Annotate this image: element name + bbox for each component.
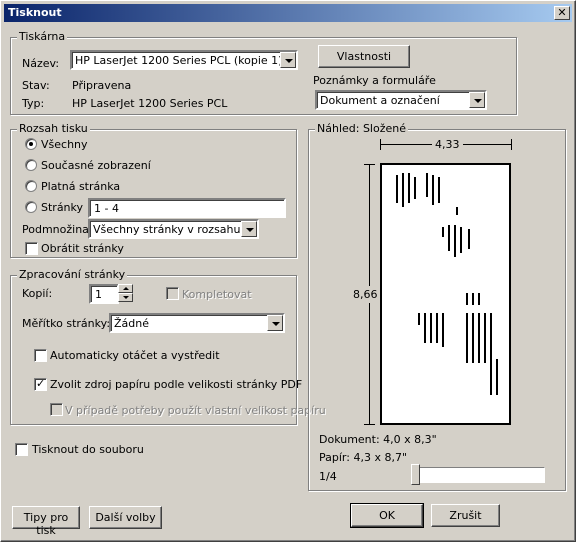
preview-text-line <box>478 313 480 363</box>
printer-name-label: Název: <box>22 57 60 70</box>
preview-text-line <box>466 293 468 305</box>
stepper-up-icon[interactable] <box>118 284 133 293</box>
pages-input[interactable]: 1 - 4 <box>88 198 286 218</box>
preview-text-line <box>418 313 420 325</box>
preview-text-line <box>448 225 450 251</box>
preview-width-value: 4,33 <box>432 138 463 151</box>
stepper-down-icon[interactable] <box>118 293 133 302</box>
page-scaling-select[interactable]: Žádné <box>109 313 285 333</box>
copies-input[interactable]: 1 <box>89 284 119 304</box>
preview-text-line <box>436 313 438 343</box>
copies-label: Kopií: <box>22 287 53 300</box>
auto-rotate-checkbox[interactable] <box>34 349 47 362</box>
printer-type-label: Typ: <box>22 97 45 110</box>
collate-checkbox <box>166 287 179 300</box>
preview-group-title: Náhled: Složené <box>315 122 408 135</box>
comments-forms-select[interactable]: Dokument a označení <box>315 90 487 110</box>
page-scaling-label: Měřítko stránky: <box>22 317 111 330</box>
preview-text-line <box>430 313 432 343</box>
chevron-down-icon[interactable] <box>280 52 296 68</box>
printer-name-select[interactable]: HP LaserJet 1200 Series PCL (kopie 1) <box>70 50 298 70</box>
choose-paper-source-checkbox[interactable] <box>34 377 47 391</box>
preview-text-line <box>468 229 470 249</box>
preview-text-line <box>408 173 410 203</box>
preview-text-line <box>490 313 492 395</box>
chevron-down-icon[interactable] <box>469 92 485 108</box>
page-slider[interactable] <box>411 467 545 483</box>
preview-text-line <box>432 175 434 205</box>
custom-paper-size-label: V případě potřeby použít vlastní velikos… <box>65 404 326 417</box>
preview-text-line <box>496 359 498 395</box>
page-slider-thumb[interactable] <box>411 464 420 485</box>
preview-text-line <box>414 177 416 199</box>
preview-text-line <box>426 173 428 197</box>
preview-text-line <box>460 227 462 253</box>
chevron-down-icon[interactable] <box>267 315 283 331</box>
comments-forms-label: Poznámky a formuláře <box>313 74 436 87</box>
auto-rotate-label[interactable]: Automaticky otáčet a vystředit <box>50 349 220 362</box>
preview-text-line <box>402 173 404 207</box>
copies-stepper[interactable] <box>118 284 133 302</box>
range-current-page-label[interactable]: Platná stránka <box>41 180 120 193</box>
preview-text-line <box>484 313 486 363</box>
print-to-file-label[interactable]: Tisknout do souboru <box>32 443 144 456</box>
range-current-view-radio[interactable] <box>25 159 37 171</box>
height-tick-bottom <box>364 424 375 425</box>
preview-text-line <box>472 293 474 305</box>
preview-text-line <box>438 177 440 203</box>
preview-text-line <box>466 313 468 363</box>
printer-name-value: HP LaserJet 1200 Series PCL (kopie 1) <box>75 54 283 67</box>
custom-paper-size-checkbox <box>50 403 63 416</box>
printer-group-title: Tiskárna <box>17 30 68 43</box>
subset-label: Podmnožina: <box>22 223 93 236</box>
page-handling-group-title: Zpracování stránky <box>17 268 128 281</box>
preview-text-line <box>472 313 474 363</box>
paper-size-text: Papír: 4,3 x 8,7" <box>319 451 407 464</box>
chevron-down-icon[interactable] <box>241 221 257 237</box>
width-tick-right <box>511 139 512 150</box>
cancel-button[interactable]: Zrušit <box>431 504 500 527</box>
preview-text-line <box>396 175 398 203</box>
advanced-button[interactable]: Další volby <box>89 506 162 529</box>
range-all-label[interactable]: Všechny <box>41 138 88 151</box>
subset-select[interactable]: Všechny stránky v rozsahu <box>88 219 259 239</box>
preview-text-line <box>454 225 456 257</box>
close-icon[interactable]: ✕ <box>554 6 570 20</box>
print-dialog: Tisknout ✕ Tiskárna Název: HP LaserJet 1… <box>0 0 576 542</box>
properties-button[interactable]: Vlastnosti <box>318 45 410 68</box>
ok-button[interactable]: OK <box>350 503 424 528</box>
printer-type-value: HP LaserJet 1200 Series PCL <box>72 97 228 110</box>
reverse-pages-label[interactable]: Obrátit stránky <box>41 242 124 255</box>
preview-text-line <box>442 227 444 237</box>
range-all-radio[interactable] <box>25 138 37 150</box>
width-tick-left <box>380 139 381 150</box>
range-pages-radio[interactable] <box>25 201 37 213</box>
page-preview <box>380 163 511 425</box>
subset-value: Všechny stránky v rozsahu <box>93 223 241 236</box>
window-title: Tisknout <box>8 6 62 19</box>
page-counter-text: 1/4 <box>319 470 337 483</box>
preview-height-value: 8,66 <box>353 286 378 303</box>
title-bar[interactable]: Tisknout ✕ <box>4 4 572 22</box>
printer-status-value: Připravena <box>72 79 132 92</box>
preview-text-line <box>424 313 426 343</box>
comments-forms-value: Dokument a označení <box>320 94 440 107</box>
preview-text-line <box>456 207 458 215</box>
choose-paper-source-label[interactable]: Zvolit zdroj papíru podle velikosti strá… <box>50 378 302 391</box>
range-current-view-label[interactable]: Současné zobrazení <box>41 159 151 172</box>
preview-text-line <box>442 313 444 347</box>
reverse-pages-checkbox[interactable] <box>25 242 38 255</box>
print-to-file-checkbox[interactable] <box>15 443 28 456</box>
printing-tips-button[interactable]: Tipy pro tisk <box>12 506 80 537</box>
collate-label: Kompletovat <box>182 288 252 301</box>
range-current-page-radio[interactable] <box>25 180 37 192</box>
printer-status-label: Stav: <box>22 79 50 92</box>
print-range-group-title: Rozsah tisku <box>17 122 90 135</box>
height-tick-top <box>364 164 375 165</box>
range-pages-label[interactable]: Stránky <box>41 201 83 214</box>
document-size-text: Dokument: 4,0 x 8,3" <box>319 433 437 446</box>
page-scaling-value: Žádné <box>114 317 149 330</box>
preview-text-line <box>478 293 480 305</box>
